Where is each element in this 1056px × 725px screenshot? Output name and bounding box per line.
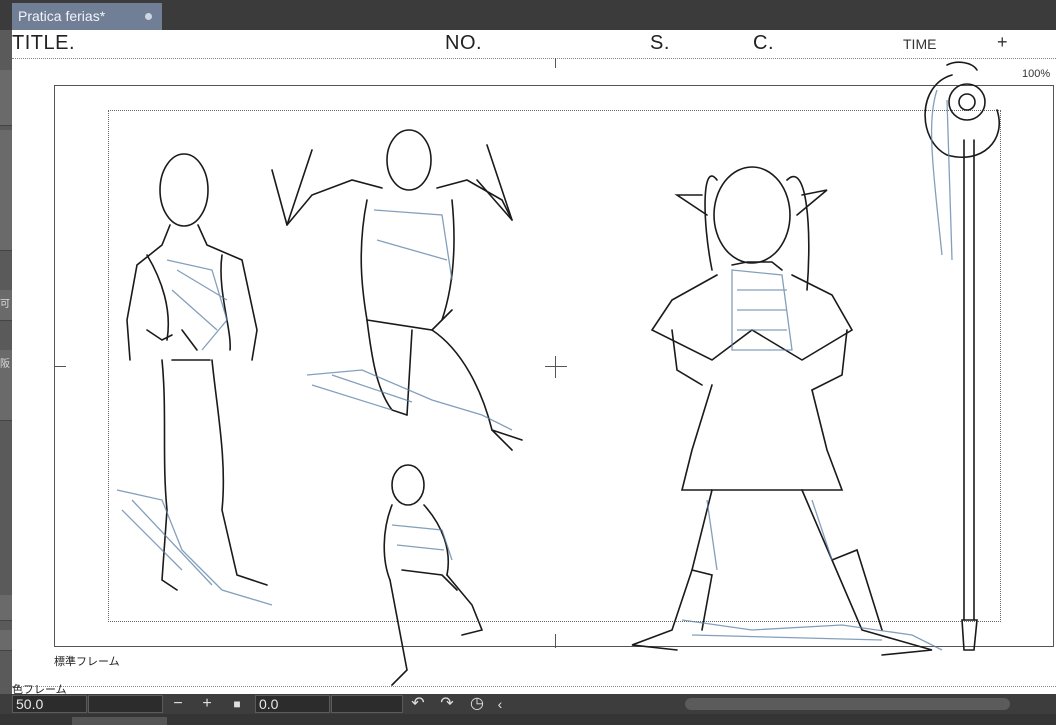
minus-button[interactable]: − <box>168 694 188 714</box>
tool-glyph-button[interactable]: 阪 <box>0 350 12 421</box>
value-input-2[interactable]: 0.0 <box>255 695 330 713</box>
figure-girl-with-cape <box>631 166 933 656</box>
drawing-canvas[interactable]: TITLE. NO. S. C. TIME + 100% 標準フレーム 色フレー… <box>12 30 1056 694</box>
horizontal-scrollbar[interactable] <box>685 698 1010 710</box>
value-input-1[interactable]: 50.0 <box>12 695 87 713</box>
plus-button[interactable]: + <box>197 694 217 714</box>
stop-square-icon[interactable]: ■ <box>227 694 247 714</box>
document-tab-bar: Pratica ferias* <box>0 0 1056 30</box>
timer-icon[interactable]: ◷ <box>467 694 487 714</box>
tool-glyph-button[interactable]: 可 <box>0 290 12 321</box>
figure-standing-man <box>126 153 268 591</box>
redo-icon[interactable]: ↷ <box>437 694 457 714</box>
scroll-left-button[interactable]: ‹ <box>490 694 510 714</box>
document-tab-title: Pratica ferias* <box>18 8 106 24</box>
status-bar <box>0 714 1056 725</box>
tool-slot[interactable] <box>0 130 12 251</box>
tool-glyph: 阪 <box>0 359 10 370</box>
tool-slot[interactable] <box>0 595 12 621</box>
figure-crouching-boy <box>383 464 484 686</box>
tool-slot[interactable] <box>0 630 12 651</box>
document-tab[interactable]: Pratica ferias* <box>12 3 162 30</box>
value-slider-track-2[interactable] <box>331 695 403 713</box>
figure-staff <box>924 61 1000 651</box>
figure-kneeling-man <box>271 129 523 451</box>
undo-icon[interactable]: ↶ <box>408 694 428 714</box>
panel-tab[interactable] <box>72 717 167 725</box>
value-slider-track[interactable] <box>88 695 163 713</box>
sketch-artwork <box>116 61 1000 686</box>
bottom-toolbar: 50.0 − + ■ 0.0 ↶ ↷ ◷ ‹ <box>0 694 1056 714</box>
tool-glyph: 可 <box>0 299 10 310</box>
tool-slot[interactable] <box>0 70 12 126</box>
left-tool-strip: 可 阪 <box>0 30 12 695</box>
tab-close-icon[interactable] <box>145 13 152 20</box>
